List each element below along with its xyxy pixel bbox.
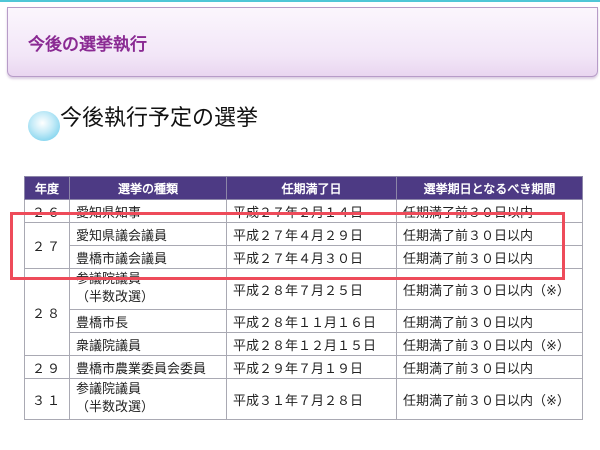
table-row: ２９ 豊橋市農業委員会委員 平成２９年７月１９日 任期満了前３０日以内 xyxy=(24,355,583,379)
table-row: 豊橋市長 平成２８年１１月１６日 任期満了前３０日以内 xyxy=(25,309,583,333)
page-header: 今後の選挙執行 xyxy=(7,7,598,77)
term-expiry-cell: 平成２７年４月３０日 xyxy=(226,245,397,269)
term-expiry-cell: 平成２８年１１月１６日 xyxy=(226,309,397,333)
election-type-line: 豊橋市長 xyxy=(76,315,129,331)
election-type-line: （半数改選） xyxy=(76,400,155,415)
table-row: ２８ 参議院議員 （半数改選） 平成２８年７月２５日 任期満了前３０日以内（※） xyxy=(24,268,583,356)
table-row: 豊橋市議会議員 平成２７年４月３０日 任期満了前３０日以内 xyxy=(25,245,583,269)
election-period-cell: 任期満了前３０日以内 xyxy=(396,355,583,379)
year-cell: ２６ xyxy=(24,199,70,223)
elections-table: 年度 選挙の種類 任期満了日 選挙期日となるべき期間 ２６ 愛知県知事 平成２７年２… xyxy=(24,176,583,420)
election-period-cell: 任期満了前３０日以内（※） xyxy=(396,332,583,356)
year-cell: ２９ xyxy=(24,355,70,379)
term-expiry-cell: 平成２８年１２月１５日 xyxy=(226,332,397,356)
election-period-cell: 任期満了前３０日以内（※） xyxy=(396,268,583,310)
section-heading: 今後執行予定の選挙 xyxy=(24,96,424,146)
election-type-line: 豊橋市議会議員 xyxy=(76,251,168,267)
year-cell: ３１ xyxy=(24,378,70,420)
table-header-row: 年度 選挙の種類 任期満了日 選挙期日となるべき期間 xyxy=(24,176,583,200)
election-period-cell: 任期満了前３０日以内 xyxy=(396,222,583,246)
election-type-cell: 愛知県知事 xyxy=(69,199,227,223)
election-type-line: 参議院議員 xyxy=(76,272,142,287)
election-type-cell: 参議院議員 （半数改選） xyxy=(69,268,227,310)
election-type-line: 愛知県知事 xyxy=(76,205,142,221)
term-expiry-cell: 平成３１年７月２８日 xyxy=(226,378,397,420)
election-type-line: （半数改選） xyxy=(76,290,155,305)
election-period-cell: 任期満了前３０日以内 xyxy=(396,245,583,269)
header-election-type: 選挙の種類 xyxy=(69,176,227,200)
table-body: ２６ 愛知県知事 平成２７年２月１４日 任期満了前３０日以内 ２７ 愛知県議会議員 平成２７… xyxy=(24,199,583,420)
header-term-expiry: 任期満了日 xyxy=(226,176,397,200)
election-type-cell: 愛知県議会議員 xyxy=(69,222,227,246)
election-type-line: 豊橋市農業委員会委員 xyxy=(76,361,207,377)
election-period-cell: 任期満了前３０日以内（※） xyxy=(396,378,583,420)
term-expiry-cell: 平成２８年７月２５日 xyxy=(226,268,397,310)
year-cell: ２７ xyxy=(24,222,70,269)
term-expiry-cell: 平成２７年４月２９日 xyxy=(226,222,397,246)
header-election-period: 選挙期日となるべき期間 xyxy=(396,176,583,200)
election-period-cell: 任期満了前３０日以内 xyxy=(396,309,583,333)
table-row: ３１ 参議院議員 （半数改選） 平成３１年７月２８日 任期満了前３０日以内（※） xyxy=(24,378,583,420)
term-expiry-cell: 平成２７年２月１４日 xyxy=(226,199,397,223)
year-cell: ２８ xyxy=(24,268,70,356)
election-type-cell: 豊橋市農業委員会委員 xyxy=(69,355,227,379)
election-period-cell: 任期満了前３０日以内 xyxy=(396,199,583,223)
election-type-cell: 参議院議員 （半数改選） xyxy=(69,378,227,420)
election-type-line: 衆議院議員 xyxy=(76,338,142,354)
election-type-cell: 衆議院議員 xyxy=(69,332,227,356)
page-title: 今後の選挙執行 xyxy=(28,35,147,55)
table-row: ２７ 愛知県議会議員 平成２７年４月２９日 任期満了前３０日以内 xyxy=(24,222,583,269)
table-row: 衆議院議員 平成２８年１２月１５日 任期満了前３０日以内（※） xyxy=(25,332,583,356)
top-accent-line xyxy=(0,0,600,2)
election-type-line: 愛知県議会議員 xyxy=(76,228,168,244)
table-row: ２６ 愛知県知事 平成２７年２月１４日 任期満了前３０日以内 xyxy=(24,199,583,223)
election-type-cell: 豊橋市議会議員 xyxy=(69,245,227,269)
election-type-line: 参議院議員 xyxy=(76,382,142,397)
header-year: 年度 xyxy=(24,176,70,200)
election-type-cell: 豊橋市長 xyxy=(69,309,227,333)
term-expiry-cell: 平成２９年７月１９日 xyxy=(226,355,397,379)
section-title: 今後執行予定の選挙 xyxy=(60,106,259,131)
